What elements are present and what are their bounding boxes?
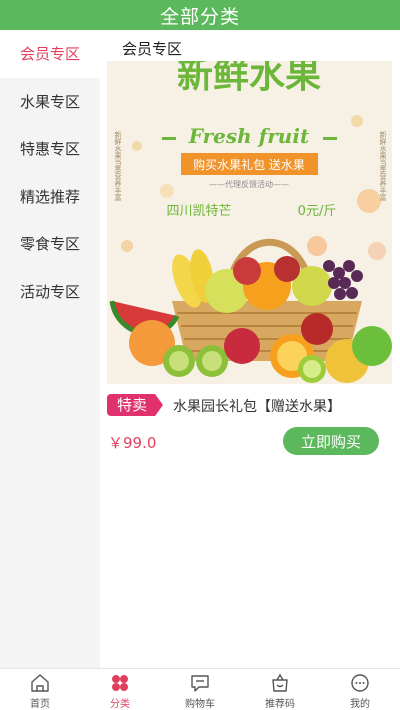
- special-sale-badge: 特卖: [107, 394, 163, 416]
- svg-text:Fresh fruit: Fresh fruit: [188, 124, 310, 148]
- tab-referral[interactable]: 推荐码: [240, 669, 320, 710]
- fruit-banner-image: 新鲜水果 Fresh fruit 购买水果礼包 送水果 ——代理反馈活动—— 四…: [107, 61, 392, 384]
- home-icon: [31, 674, 49, 692]
- section-title: 会员专区: [122, 40, 183, 58]
- category-sidebar: 会员专区 水果专区 特惠专区 精选推荐 零食专区 活动专区: [0, 30, 100, 668]
- product-price: ￥99.0: [108, 434, 157, 452]
- cart-icon: [191, 675, 209, 692]
- tab-home[interactable]: 首页: [0, 669, 80, 710]
- svg-text:0元/斤: 0元/斤: [298, 204, 337, 219]
- sidebar-item-label: 零食专区: [20, 235, 81, 254]
- app-root: 全部分类 会员专区 水果专区 特惠专区 精选推荐 零食专区 活动专区 会员专区 …: [0, 0, 400, 710]
- tab-profile[interactable]: 我的: [320, 669, 400, 710]
- top-bar: 全部分类: [0, 0, 400, 30]
- sidebar-item-fruit[interactable]: 水果专区: [0, 78, 100, 126]
- svg-text:新鲜水果当季营养丰富: 新鲜水果当季营养丰富: [114, 130, 122, 202]
- svg-text:购买水果礼包 送水果: 购买水果礼包 送水果: [193, 157, 305, 172]
- page-title: 全部分类: [159, 5, 240, 28]
- sidebar-item-member[interactable]: 会员专区: [0, 30, 100, 78]
- tab-label: 购物车: [185, 699, 215, 710]
- sidebar-item-label: 会员专区: [20, 45, 81, 64]
- tab-label: 我的: [350, 699, 370, 710]
- sidebar-item-discount[interactable]: 特惠专区: [0, 125, 100, 173]
- content-area: 会员专区 新鲜水果 Fresh fruit 购买水果礼包 送水果 ——代理反馈活…: [100, 30, 400, 668]
- sidebar-item-snacks[interactable]: 零食专区: [0, 220, 100, 268]
- svg-text:四川凯特芒: 四川凯特芒: [166, 203, 231, 219]
- referral-icon: [272, 673, 288, 692]
- tab-label: 首页: [30, 699, 50, 710]
- sidebar-item-events[interactable]: 活动专区: [0, 268, 100, 316]
- badge-label: 特卖: [116, 396, 147, 414]
- tab-cart[interactable]: 购物车: [160, 669, 240, 710]
- product-name[interactable]: 水果园长礼包【赠送水果】: [173, 396, 341, 416]
- buy-now-button[interactable]: 立即购买: [283, 427, 379, 455]
- tab-label: 分类: [110, 699, 130, 710]
- category-icon: [112, 675, 128, 691]
- sidebar-item-label: 水果专区: [20, 92, 81, 111]
- sidebar-item-label: 活动专区: [20, 282, 81, 301]
- sidebar-item-label: 特惠专区: [20, 140, 81, 159]
- profile-icon: [351, 674, 369, 692]
- bottom-tab-bar: 首页 分类 购物车 推荐码 我的: [0, 668, 400, 710]
- product-banner[interactable]: 新鲜水果 Fresh fruit 购买水果礼包 送水果 ——代理反馈活动—— 四…: [107, 61, 392, 384]
- sidebar-item-featured[interactable]: 精选推荐: [0, 173, 100, 221]
- svg-text:新鲜水果: 新鲜水果: [177, 61, 321, 96]
- svg-text:新鲜水果当季营养丰富: 新鲜水果当季营养丰富: [379, 130, 387, 202]
- svg-text:——代理反馈活动——: ——代理反馈活动——: [209, 179, 289, 189]
- sidebar-item-label: 精选推荐: [20, 187, 81, 206]
- tab-category[interactable]: 分类: [80, 669, 160, 710]
- tab-label: 推荐码: [265, 699, 295, 710]
